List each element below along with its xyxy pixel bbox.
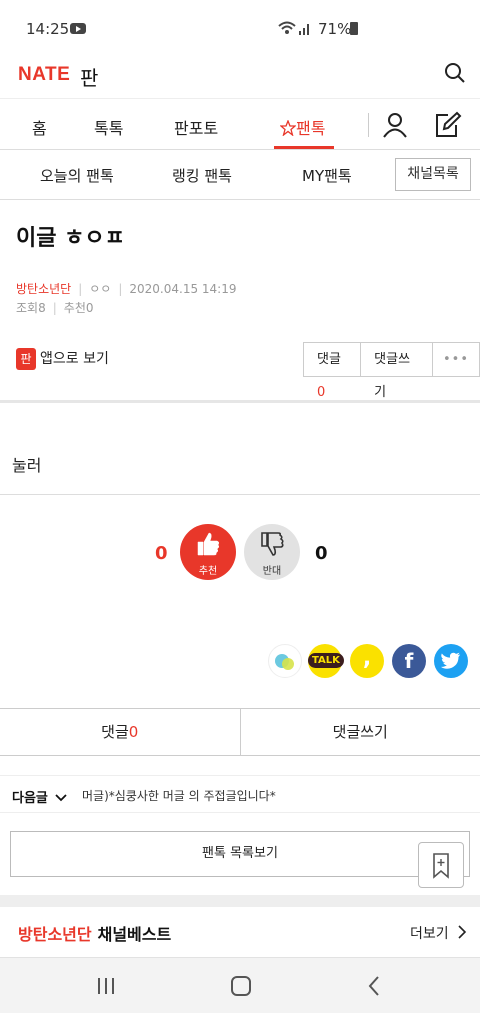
nate-logo[interactable]: NATE — [18, 64, 70, 86]
app-header: NATE 판 — [0, 58, 480, 98]
twitter-share-icon[interactable] — [434, 644, 468, 678]
section-gap — [0, 895, 480, 907]
post-channel[interactable]: 방탄소년단 — [16, 282, 71, 296]
facebook-share-icon[interactable]: f — [392, 644, 426, 678]
comments-label: 댓글 — [317, 352, 341, 367]
next-post-title[interactable]: 머글)*심쿵사한 머글 의 주접글입니다* — [82, 787, 276, 804]
views-count: 8 — [38, 301, 46, 315]
search-icon[interactable] — [444, 62, 466, 84]
views-label: 조회 — [16, 301, 39, 315]
pann-app-icon: 판 — [16, 348, 36, 370]
channel-best-channel: 방탄소년단 — [18, 925, 92, 944]
battery-icon — [350, 22, 358, 35]
status-time: 14:25 — [26, 20, 70, 38]
post-meta: 방탄소년단 | ㅇㅇ | 2020.04.15 14:19 — [16, 282, 237, 296]
downvote-label: 반대 — [262, 566, 282, 577]
channel-list-button[interactable]: 채널목록 — [395, 158, 471, 191]
nav-tab-toktok[interactable]: 톡톡 — [94, 115, 123, 139]
back-icon[interactable] — [366, 975, 382, 997]
more-link[interactable]: 더보기 — [410, 923, 467, 943]
post-action-group: 댓글 0 댓글쓰기 ••• — [303, 342, 480, 400]
pann-logo[interactable]: 판 — [80, 62, 98, 91]
nav-tab-fantalk-label: 팬톡 — [296, 119, 326, 138]
channel-best-header: 방탄소년단 채널베스트 — [18, 921, 171, 945]
wifi-signal-icon — [278, 21, 309, 35]
comments-tab-label: 댓글 — [101, 723, 129, 741]
open-in-app-link[interactable]: 판 앱으로 보기 — [16, 348, 109, 370]
status-bar: 14:25 71% — [0, 0, 480, 58]
home-icon[interactable] — [230, 975, 252, 997]
kakao-channel-share-icon[interactable] — [268, 644, 302, 678]
thumbs-up-icon — [197, 532, 220, 556]
upvote-button[interactable]: 추천 — [180, 524, 236, 580]
fantalk-list-button[interactable]: 팬톡 목록보기 — [10, 831, 470, 877]
comments-tab[interactable]: 댓글0 — [0, 709, 241, 755]
chevron-right-icon — [458, 925, 467, 939]
open-in-app-label: 앱으로 보기 — [40, 351, 109, 367]
nav-tab-home[interactable]: 홈 — [32, 115, 47, 139]
upvote-label: 추천 — [198, 566, 218, 577]
write-comment-button[interactable]: 댓글쓰기 — [361, 343, 433, 400]
nav-divider — [368, 113, 369, 137]
subnav-my[interactable]: MY팬톡 — [302, 165, 352, 186]
subnav-ranking[interactable]: 랭킹 팬톡 — [172, 165, 232, 186]
channel-best-label: 채널베스트 — [97, 925, 172, 944]
more-label: 더보기 — [410, 926, 449, 942]
comments-tab-count: 0 — [128, 723, 139, 741]
nav-tab-fantalk[interactable]: 팬톡 — [279, 115, 326, 139]
more-options-button[interactable]: ••• — [433, 343, 479, 376]
next-post-row[interactable]: 다음글 머글)*심쿵사한 머글 의 주접글입니다* — [0, 775, 480, 813]
subnav-today[interactable]: 오늘의 팬톡 — [40, 165, 114, 186]
post-stats: 조회8 | 추천0 — [16, 301, 94, 315]
write-icon[interactable] — [434, 111, 462, 139]
comments-button[interactable]: 댓글 0 — [304, 343, 362, 400]
comment-bar: 댓글0 댓글쓰기 — [0, 708, 480, 756]
kakaostory-share-icon[interactable]: , — [350, 644, 384, 678]
active-tab-indicator — [274, 146, 334, 149]
downvote-count: 0 — [315, 543, 328, 564]
upvote-count: 0 — [155, 543, 168, 564]
youtube-notification-icon — [70, 23, 86, 34]
star-icon — [279, 119, 297, 137]
sub-nav: 오늘의 팬톡 랭킹 팬톡 MY팬톡 채널목록 — [0, 150, 480, 200]
divider — [0, 400, 480, 403]
divider — [0, 494, 480, 495]
bookmark-add-button[interactable] — [418, 842, 464, 888]
post-body: 눌러 — [12, 456, 42, 475]
kakaotalk-share-icon[interactable]: TALK — [308, 644, 344, 678]
next-post-label: 다음글 — [12, 787, 68, 806]
user-icon[interactable] — [382, 112, 408, 138]
recommend-count: 0 — [85, 301, 94, 315]
chevron-down-icon — [55, 794, 68, 802]
battery-level: 71% — [318, 20, 352, 38]
main-nav: 홈 톡톡 판포토 팬톡 — [0, 98, 480, 150]
comments-count: 0 — [317, 385, 326, 400]
kakaotalk-label: TALK — [308, 653, 344, 668]
post-date: 2020.04.15 14:19 — [129, 282, 237, 296]
system-nav-bar — [0, 957, 480, 1013]
thumbs-down-icon — [261, 532, 284, 556]
write-comment-tab[interactable]: 댓글쓰기 — [241, 709, 480, 755]
recommend-label: 추천 — [63, 301, 86, 315]
bookmark-add-icon — [433, 853, 449, 879]
recent-apps-icon[interactable] — [96, 976, 116, 996]
downvote-button[interactable]: 반대 — [244, 524, 300, 580]
nav-tab-panphoto[interactable]: 판포토 — [174, 115, 218, 139]
post-title: 이글 ㅎㅇㅍ — [16, 226, 125, 251]
post-author: ㅇㅇ — [89, 282, 112, 296]
